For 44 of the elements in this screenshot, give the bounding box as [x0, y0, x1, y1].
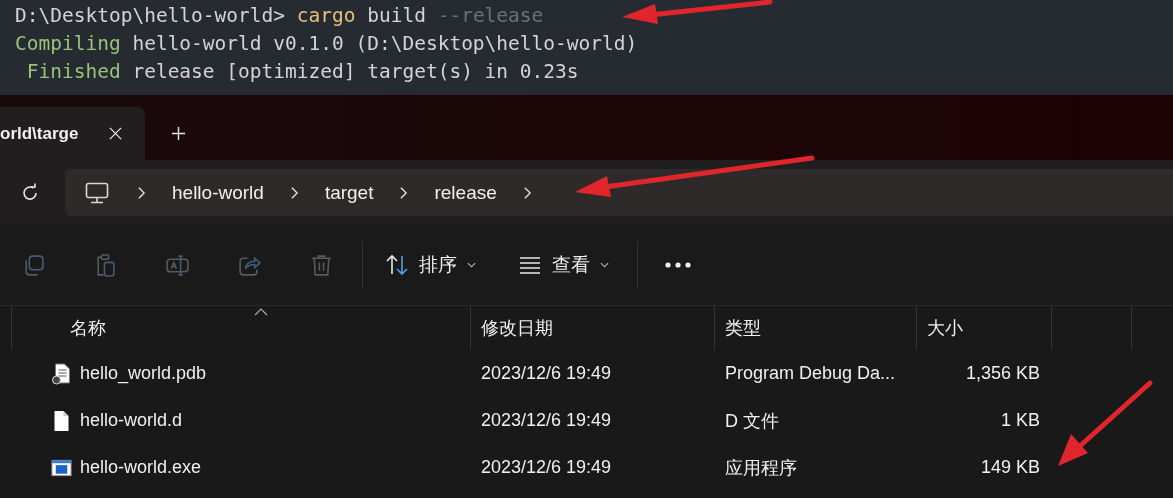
breadcrumb-item[interactable]: release [434, 181, 497, 204]
file-row[interactable]: hello-world.d 2023/12/6 19:49 D 文件 1 KB [0, 397, 1173, 444]
terminal-line: Finished release [optimized] target(s) in 0.23s [25, 59, 579, 85]
tab-label: orld\targe [0, 123, 79, 144]
file-size: 1,356 KB [964, 363, 1041, 384]
file-row[interactable]: hello-world.exe 2023/12/6 19:49 应用程序 149 KB [0, 444, 1173, 491]
file-name: hello-world.d [80, 410, 183, 431]
sort-caret-icon [254, 308, 268, 316]
chevron-icon[interactable] [399, 185, 409, 200]
refresh-icon[interactable] [20, 182, 40, 203]
modified-date: 2023/12/6 19:49 [480, 457, 613, 478]
breadcrumb-item[interactable]: target [324, 181, 374, 204]
modified-date: 2023/12/6 19:49 [480, 410, 613, 431]
file-name: hello-world.exe [80, 457, 202, 478]
column-header[interactable]: 类型 [715, 306, 917, 350]
terminal-line: Compiling hello-world v0.1.0 (D:\Desktop\hello-world) [15, 31, 638, 57]
column-header[interactable]: 大小 [917, 306, 1052, 350]
file-size: 149 KB [979, 457, 1041, 478]
document-icon [51, 362, 72, 385]
caret-icon [467, 262, 476, 268]
new-tab-icon[interactable] [171, 126, 186, 141]
close-icon[interactable] [108, 126, 123, 141]
sort-menu-button[interactable]: 排序 [385, 252, 476, 278]
column-header[interactable]: 修改日期 [471, 306, 715, 350]
chevron-icon[interactable] [137, 185, 146, 200]
breadcrumb-item[interactable]: hello-world [172, 181, 264, 204]
folder-tab[interactable]: orld\targe [0, 107, 145, 160]
view-menu-button[interactable]: 查看 [518, 252, 609, 278]
file-type: 应用程序 [724, 456, 798, 480]
modified-date: 2023/12/6 19:49 [480, 363, 613, 384]
file-size: 1 KB [999, 410, 1041, 431]
file-name: hello_world.pdb [80, 363, 207, 384]
chevron-icon[interactable] [522, 185, 532, 200]
file-type: Program Debug Da... [724, 363, 897, 384]
terminal-line: D:\Desktop\hello-world> cargo build --release [15, 3, 544, 29]
file-type: D 文件 [724, 409, 780, 433]
sort-icon [385, 253, 409, 277]
column-header[interactable]: 名称 [11, 306, 471, 350]
caret-icon [600, 262, 609, 268]
address-bar[interactable]: hello-world target release [65, 169, 1173, 216]
computer-icon[interactable] [85, 181, 109, 204]
file-row[interactable]: hello_world.pdb 2023/12/6 19:49 Program Debug Da... 1,356 KB [0, 350, 1173, 397]
chevron-icon[interactable] [289, 185, 299, 200]
more-icon[interactable] [665, 262, 691, 268]
